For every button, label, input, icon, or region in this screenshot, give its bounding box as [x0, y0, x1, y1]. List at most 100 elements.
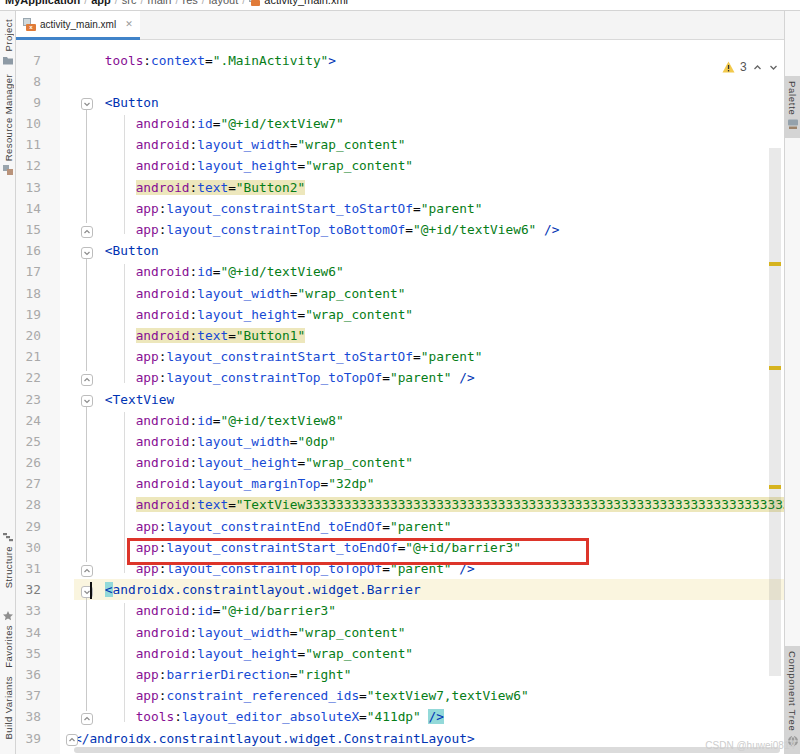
vertical-scrollbar[interactable] [769, 148, 781, 676]
code-line-12[interactable]: 12 android:layout_height="wrap_content" [16, 155, 784, 176]
tool-window-label: Component Tree [787, 651, 798, 732]
line-number: 19 [16, 304, 41, 325]
warning-stripe-mark[interactable] [769, 485, 781, 489]
inspection-widget[interactable]: 3 [722, 58, 779, 76]
code-text: android:id="@+id/textView6" [74, 261, 784, 282]
code-line-28[interactable]: 28 android:text="TextView333333333333333… [16, 494, 784, 515]
code-text: android:layout_width="wrap_content" [74, 622, 784, 643]
code-line-21[interactable]: 21 app:layout_constraintStart_toStartOf=… [16, 346, 784, 367]
code-line-22[interactable]: 22 app:layout_constraintTop_toTopOf="par… [16, 367, 784, 388]
code-line-13[interactable]: 13 android:text="Button2" [16, 177, 784, 198]
code-line-7[interactable]: 7 tools:context=".MainActivity"> [16, 50, 784, 71]
tool-window-button-favorites[interactable]: Favorites [0, 610, 16, 665]
code-text: tools:context=".MainActivity"> [74, 50, 784, 71]
structure-icon [2, 531, 14, 543]
code-line-18[interactable]: 18 android:layout_width="wrap_content" [16, 283, 784, 304]
code-line-16[interactable]: 16 <Button [16, 240, 784, 261]
code-text: android:text="Button1" [74, 325, 784, 346]
code-line-25[interactable]: 25 android:layout_width="0dp" [16, 431, 784, 452]
xml-file-icon: x [23, 18, 36, 31]
line-number: 23 [16, 389, 41, 410]
code-line-34[interactable]: 34 android:layout_width="wrap_content" [16, 622, 784, 643]
code-text: app:layout_constraintStart_toStartOf="pa… [74, 198, 784, 219]
breadcrumb-separator: / [115, 0, 118, 6]
code-line-37[interactable]: 37 app:constraint_referenced_ids="textVi… [16, 685, 784, 706]
breadcrumb-item-main[interactable]: main [148, 0, 172, 6]
code-line-9[interactable]: 9 <Button [16, 92, 784, 113]
left-tool-strip: Project Resource Manager Structure Favorite… [0, 11, 16, 754]
prev-warning-icon[interactable] [752, 62, 763, 73]
code-line-23[interactable]: 23 <TextView [16, 389, 784, 410]
next-warning-icon[interactable] [768, 62, 779, 73]
code-text: android:id="@+id/barrier3" [74, 600, 784, 621]
fold-marker-up[interactable] [66, 732, 78, 744]
code-line-19[interactable]: 19 android:layout_height="wrap_content" [16, 304, 784, 325]
tab-activity-main-xml[interactable]: x activity_main.xml ✕ [16, 11, 140, 40]
code-line-27[interactable]: 27 android:layout_marginTop="32dp" [16, 473, 784, 494]
line-number: 31 [16, 558, 41, 579]
right-tool-strip: Palette Component Tree [784, 11, 800, 754]
code-line-38[interactable]: 38 tools:layout_editor_absoluteX="411dp"… [16, 706, 784, 727]
code-line-20[interactable]: 20 android:text="Button1" [16, 325, 784, 346]
fold-marker-up[interactable] [81, 372, 93, 384]
code-line-15[interactable]: 15 app:layout_constraintTop_toBottomOf="… [16, 219, 784, 240]
warning-stripe-mark[interactable] [769, 262, 781, 266]
warning-stripe-mark[interactable] [769, 366, 781, 370]
breadcrumb-item-layout[interactable]: layout [209, 0, 238, 6]
tool-window-button-palette[interactable]: Palette [785, 76, 800, 138]
code-text: app:layout_constraintEnd_toEndOf="parent… [74, 516, 784, 537]
android-studio-window: MyApplication/app/src/main/res/layout/ac… [0, 0, 800, 754]
tool-window-button-build-variants[interactable]: Build Variants [0, 676, 16, 752]
tool-window-button-resource-manager[interactable]: Resource Manager [0, 74, 16, 170]
tool-window-button-project[interactable]: Project [0, 19, 16, 69]
breadcrumb-item-src[interactable]: src [122, 0, 137, 6]
code-text: android:id="@+id/textView8" [74, 410, 784, 431]
code-line-17[interactable]: 17 android:id="@+id/textView6" [16, 261, 784, 282]
warning-icon [722, 61, 735, 73]
code-line-26[interactable]: 26 android:layout_height="wrap_content" [16, 452, 784, 473]
palette-icon [787, 118, 799, 130]
code-line-35[interactable]: 35 android:layout_height="wrap_content" [16, 643, 784, 664]
line-number: 9 [16, 92, 41, 113]
fold-region-line [86, 108, 87, 223]
breadcrumb-item-myapplication[interactable]: MyApplication [5, 0, 80, 6]
code-text: <Button [74, 92, 784, 113]
code-text: android:layout_width="0dp" [74, 431, 784, 452]
code-line-36[interactable]: 36 app:barrierDirection="right" [16, 664, 784, 685]
fold-marker-up[interactable] [81, 711, 93, 723]
fold-marker-down[interactable] [81, 245, 93, 257]
tool-window-label: Project [3, 19, 14, 51]
code-line-29[interactable]: 29 app:layout_constraintEnd_toEndOf="par… [16, 516, 784, 537]
code-line-33[interactable]: 33 android:id="@+id/barrier3" [16, 600, 784, 621]
indent-guide [124, 412, 125, 574]
code-line-10[interactable]: 10 android:id="@+id/textView7" [16, 113, 784, 134]
fold-region-line [86, 405, 87, 563]
line-number: 8 [16, 71, 41, 92]
resource-manager-icon [2, 164, 14, 176]
code-line-32[interactable]: 32 <androidx.constraintlayout.widget.Bar… [16, 579, 784, 600]
code-line-11[interactable]: 11 android:layout_width="wrap_content" [16, 134, 784, 155]
fold-region-line [86, 596, 87, 711]
code-line-14[interactable]: 14 app:layout_constraintStart_toStartOf=… [16, 198, 784, 219]
code-editor[interactable]: 7 tools:context=".MainActivity">89 <Butt… [16, 40, 784, 754]
tool-window-button-component-tree[interactable]: Component Tree [785, 646, 800, 754]
code-text: app:layout_constraintTop_toBottomOf="@+i… [74, 219, 784, 240]
breadcrumb-item-app[interactable]: app [91, 0, 111, 6]
editor-tab-bar: x activity_main.xml ✕ [16, 11, 784, 40]
tool-window-button-structure[interactable]: Structure [0, 531, 16, 599]
annotation-red-box [127, 538, 589, 566]
code-text: android:layout_height="wrap_content" [74, 643, 784, 664]
breadcrumb-item-res[interactable]: res [183, 0, 198, 6]
line-number: 14 [16, 198, 41, 219]
line-number: 11 [16, 134, 41, 155]
tool-window-label: Resource Manager [3, 74, 14, 161]
fold-marker-up[interactable] [81, 224, 93, 236]
code-line-8[interactable]: 8 [16, 71, 784, 92]
breadcrumb: MyApplication/app/src/main/res/layout/ac… [0, 0, 800, 11]
fold-marker-down[interactable] [81, 393, 93, 405]
fold-marker-up[interactable] [81, 563, 93, 575]
tab-close-icon[interactable]: ✕ [125, 19, 133, 29]
breadcrumb-item-activity-main-xml[interactable]: activity_main.xml [264, 0, 348, 6]
fold-marker-down[interactable] [81, 96, 93, 108]
code-line-24[interactable]: 24 android:id="@+id/textView8" [16, 410, 784, 431]
